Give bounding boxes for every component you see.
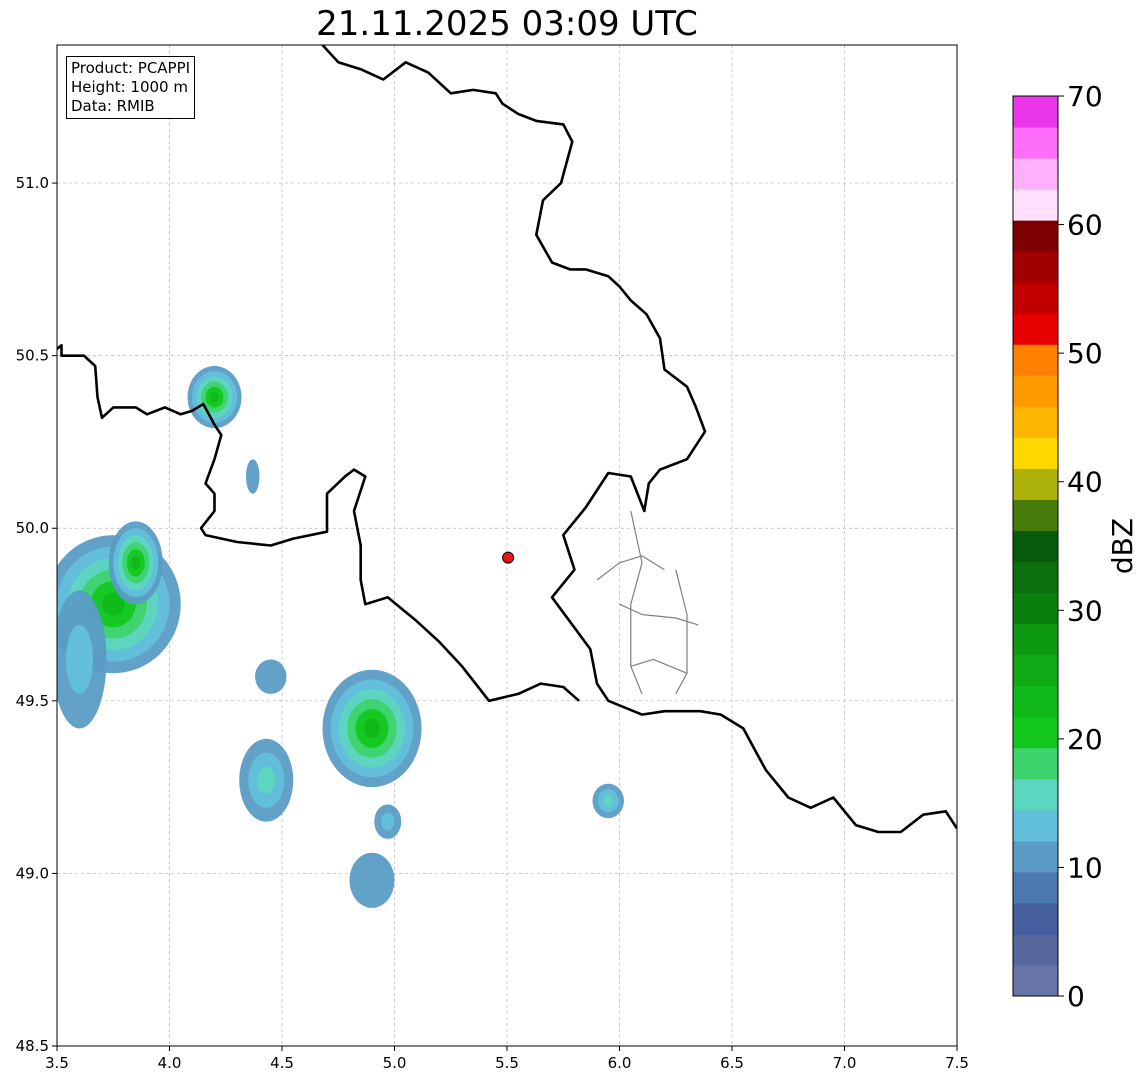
echo-ring	[255, 659, 287, 694]
lon-tick-label: 5.0	[383, 1054, 407, 1072]
radar-echo-cell	[57, 590, 107, 729]
lon-tick-label: 7.0	[833, 1054, 857, 1072]
echo-ring	[131, 555, 141, 570]
lat-tick-label: 48.5	[16, 1037, 49, 1055]
echo-ring	[66, 624, 93, 694]
echo-ring	[381, 813, 395, 831]
colorbar-label: dBZ	[1106, 518, 1139, 574]
colorbar-segment	[1013, 251, 1058, 283]
lon-tick-label: 3.5	[45, 1054, 69, 1072]
radar-echo-cell	[239, 738, 294, 822]
lon-tick-label: 5.5	[495, 1054, 519, 1072]
colorbar-segment	[1013, 778, 1058, 811]
colorbar-segment	[1013, 902, 1058, 935]
radar-echo-cell	[374, 804, 402, 839]
colorbar-segment	[1013, 747, 1058, 780]
lon-tick-label: 6.0	[608, 1054, 632, 1072]
echo-ring	[603, 795, 614, 807]
colorbar-segment	[1013, 96, 1058, 128]
colorbar: 0 10 20 30 40 50 60 70 dBZ	[1012, 80, 1139, 1013]
lat-tick-label: 50.0	[16, 519, 49, 537]
colorbar-segment	[1013, 375, 1058, 407]
colorbar-segment	[1013, 809, 1058, 842]
radar-echo-cell	[187, 366, 242, 429]
lon-tick-label: 6.5	[720, 1054, 744, 1072]
colorbar-tick-label: 50	[1067, 337, 1103, 370]
radar-echo-cell	[592, 783, 624, 819]
colorbar-segment	[1013, 127, 1058, 159]
radar-site-marker	[502, 551, 515, 564]
radar-echo-cell	[255, 659, 287, 694]
colorbar-segment	[1013, 220, 1058, 252]
radar-map: 3.5 4.0 4.5 5.0 5.5 6.0 6.5 7.0 7.5 48.5 49.0 49.5 5…	[16, 44, 1139, 1072]
colorbar-segment	[1013, 406, 1058, 438]
colorbar-tick-label: 0	[1067, 980, 1085, 1013]
lon-tick-label: 4.0	[158, 1054, 182, 1072]
colorbar-segment	[1013, 468, 1058, 500]
colorbar-segment	[1013, 964, 1058, 997]
echo-ring	[363, 718, 381, 739]
colorbar-segment	[1013, 189, 1058, 221]
colorbar-segment	[1013, 313, 1058, 345]
echo-ring	[210, 391, 219, 403]
district-border	[630, 658, 688, 674]
info-height: Height: 1000 m	[71, 78, 188, 96]
colorbar-segment	[1013, 158, 1058, 190]
colorbar-tick-label: 70	[1067, 80, 1103, 113]
colorbar-segment	[1013, 623, 1058, 656]
radar-echo-cell	[322, 669, 422, 788]
colorbar-segment	[1013, 840, 1058, 873]
lat-tick-label: 51.0	[16, 174, 49, 192]
colorbar-segment	[1013, 933, 1058, 966]
district-border	[675, 569, 688, 695]
district-border	[596, 555, 665, 581]
colorbar-segment	[1013, 871, 1058, 904]
echo-ring	[246, 459, 260, 494]
colorbar-tick-label: 20	[1067, 723, 1103, 756]
radar-echo-cell	[108, 521, 163, 605]
lat-tick-label: 50.5	[16, 347, 49, 365]
colorbar-segment	[1013, 282, 1058, 314]
colorbar-segment	[1013, 685, 1058, 718]
colorbar-segment	[1013, 530, 1058, 563]
colorbar-tick-label: 40	[1067, 466, 1103, 499]
echo-ring	[349, 852, 395, 908]
colorbar-tick-label: 10	[1067, 851, 1103, 884]
colorbar-segment	[1013, 499, 1058, 531]
colorbar-segment	[1013, 592, 1058, 625]
lat-tick-label: 49.0	[16, 864, 49, 882]
radar-echo-layer	[57, 366, 624, 908]
colorbar-segment	[1013, 654, 1058, 687]
radar-echo-cell	[349, 852, 395, 908]
colorbar-segment	[1013, 344, 1058, 376]
colorbar-segment	[1013, 437, 1058, 469]
grid-lines	[56, 45, 958, 1047]
info-product: Product: PCAPPI	[71, 59, 191, 77]
lon-tick-label: 7.5	[945, 1054, 969, 1072]
echo-ring	[257, 766, 276, 795]
radar-echo-cell	[246, 459, 260, 494]
colorbar-tick-label: 30	[1067, 594, 1103, 627]
info-source: Data: RMIB	[71, 97, 155, 115]
lon-tick-label: 4.5	[270, 1054, 294, 1072]
radar-site-layer	[502, 551, 515, 564]
district-border	[630, 510, 643, 695]
lat-tick-label: 49.5	[16, 692, 49, 710]
colorbar-segment	[1013, 716, 1058, 749]
colorbar-tick-label: 60	[1067, 209, 1103, 242]
colorbar-segment	[1013, 561, 1058, 594]
info-box: Product: PCAPPI Height: 1000 m Data: RMI…	[66, 56, 196, 119]
